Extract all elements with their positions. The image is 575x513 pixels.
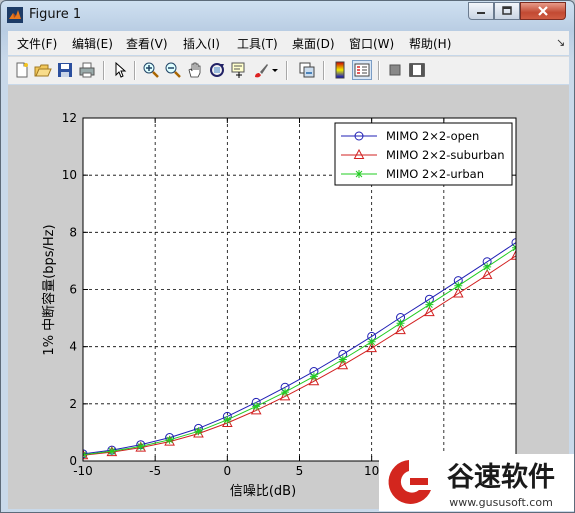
y-axis-label: 1% 中断容量(bps/Hz) — [41, 224, 57, 355]
x-tick-label: 0 — [224, 464, 232, 478]
data-point-marker[interactable] — [396, 319, 405, 328]
asterisk-marker-stroke — [396, 319, 405, 328]
data-point-marker[interactable] — [107, 447, 116, 456]
title-bar[interactable]: Figure 1 — [1, 1, 574, 29]
menu-window[interactable]: 窗口(W) — [349, 35, 394, 52]
asterisk-marker-stroke — [281, 388, 290, 397]
figure-canvas: 信噪比(dB) 1% 中断容量(bps/Hz) MIMO 2×2-open MIM… — [8, 85, 569, 509]
menu-file[interactable]: 文件(F) — [17, 35, 57, 52]
asterisk-marker-stroke — [541, 225, 549, 233]
data-point-marker[interactable] — [425, 300, 434, 309]
toolbar-separator — [286, 61, 288, 80]
new-figure-icon[interactable] — [13, 61, 31, 79]
x-tick-label: 5 — [296, 464, 304, 478]
rotate-3d-icon[interactable] — [208, 61, 226, 79]
toolbar-separator — [323, 61, 325, 80]
y-tick-label: 8 — [69, 225, 77, 239]
colorbar-icon[interactable] — [331, 61, 349, 79]
link-plot-icon[interactable] — [298, 61, 316, 79]
toolbar-separator — [103, 61, 105, 80]
data-point-marker[interactable] — [483, 262, 492, 271]
data-point-marker[interactable] — [309, 372, 318, 381]
data-point-marker[interactable] — [454, 281, 463, 290]
show-plot-tools-icon[interactable] — [408, 61, 426, 79]
x-tick-label: 10 — [364, 464, 379, 478]
menu-edit[interactable]: 编辑(E) — [72, 35, 113, 52]
y-tick-label: 6 — [69, 283, 77, 297]
maximize-icon — [502, 6, 512, 15]
menu-tools[interactable]: 工具(T) — [237, 35, 278, 52]
asterisk-marker-stroke — [355, 170, 363, 178]
asterisk-marker-stroke — [194, 427, 203, 436]
data-point-marker[interactable] — [540, 232, 549, 241]
data-cursor-icon[interactable] — [230, 61, 248, 79]
plot-svg: 信噪比(dB) 1% 中断容量(bps/Hz) MIMO 2×2-openMIM… — [41, 111, 549, 499]
legend[interactable]: MIMO 2×2-open MIMO 2×2-suburban MIMO 2×2-u… — [334, 122, 513, 186]
legend-entry-label: MIMO 2×2-urban — [386, 167, 484, 181]
y-tick-label: 4 — [69, 340, 77, 354]
data-point-marker[interactable] — [194, 427, 203, 436]
menu-dock-arrow-icon[interactable]: ↘ — [556, 36, 565, 49]
asterisk-marker-stroke — [223, 415, 232, 424]
matlab-logo-icon — [7, 7, 23, 23]
minimize-icon — [477, 12, 485, 14]
menu-desktop[interactable]: 桌面(D) — [292, 35, 335, 52]
toolbar-separator — [134, 61, 136, 80]
watermark-url: www.gususoft.com — [449, 496, 553, 509]
asterisk-marker-stroke — [107, 447, 116, 456]
window-title: Figure 1 — [29, 7, 82, 22]
asterisk-marker-stroke — [367, 337, 376, 346]
legend-entry-label: MIMO 2×2-open — [386, 129, 479, 143]
x-axis-label: 信噪比(dB) — [230, 484, 296, 499]
data-point-marker[interactable] — [223, 415, 232, 424]
asterisk-marker-stroke — [338, 355, 347, 364]
x-tick-label: -5 — [149, 464, 161, 478]
maximize-button[interactable] — [494, 2, 520, 20]
legend-entry-label: MIMO 2×2-suburban — [386, 148, 505, 162]
asterisk-marker-stroke — [483, 262, 492, 271]
data-point-marker[interactable] — [281, 388, 290, 397]
menu-help[interactable]: 帮助(H) — [409, 35, 451, 52]
legend-swatch-marker[interactable] — [355, 170, 363, 178]
asterisk-marker-stroke — [165, 435, 174, 444]
asterisk-marker-stroke — [252, 402, 261, 411]
figure-toolbar — [8, 56, 569, 84]
save-icon[interactable] — [56, 61, 74, 79]
asterisk-marker-stroke — [454, 281, 463, 290]
data-point-marker[interactable] — [541, 220, 549, 228]
legend-icon[interactable] — [352, 60, 372, 80]
close-button[interactable] — [520, 2, 566, 20]
asterisk-marker-stroke — [309, 372, 318, 381]
y-tick-label: 12 — [62, 111, 77, 125]
data-point-marker[interactable] — [338, 355, 347, 364]
minimize-button[interactable] — [468, 2, 494, 20]
print-icon[interactable] — [78, 61, 96, 79]
data-point-marker[interactable] — [252, 402, 261, 411]
brush-dropdown-icon[interactable] — [270, 61, 280, 79]
data-point-marker[interactable] — [541, 225, 549, 233]
watermark-brand: 谷速软件 — [447, 462, 555, 493]
y-tick-label: 10 — [62, 168, 77, 182]
menu-view[interactable]: 查看(V) — [126, 35, 168, 52]
hide-plot-tools-icon[interactable] — [386, 61, 404, 79]
figure-window: Figure 1 文件(F) 编辑(E) 查看(V) 插入(I) 工具(T) 桌… — [0, 0, 575, 513]
data-point-marker[interactable] — [367, 337, 376, 346]
pointer-icon[interactable] — [111, 61, 129, 79]
y-tick-label: 2 — [69, 397, 77, 411]
toolbar-separator — [378, 61, 380, 80]
y-tick-label: 0 — [69, 454, 77, 468]
data-point-marker[interactable] — [136, 442, 145, 451]
data-point-marker[interactable] — [165, 435, 174, 444]
menu-bar: 文件(F) 编辑(E) 查看(V) 插入(I) 工具(T) 桌面(D) 窗口(W… — [8, 31, 569, 55]
asterisk-marker-stroke — [136, 442, 145, 451]
watermark-logo: 谷速软件 www.gususoft.com — [379, 454, 574, 511]
brush-icon[interactable] — [252, 61, 270, 79]
close-icon — [538, 6, 548, 16]
menu-insert[interactable]: 插入(I) — [183, 35, 220, 52]
pan-hand-icon[interactable] — [186, 61, 204, 79]
zoom-out-icon[interactable] — [164, 61, 182, 79]
zoom-in-icon[interactable] — [142, 61, 160, 79]
asterisk-marker-stroke — [425, 300, 434, 309]
open-file-icon[interactable] — [34, 61, 52, 79]
